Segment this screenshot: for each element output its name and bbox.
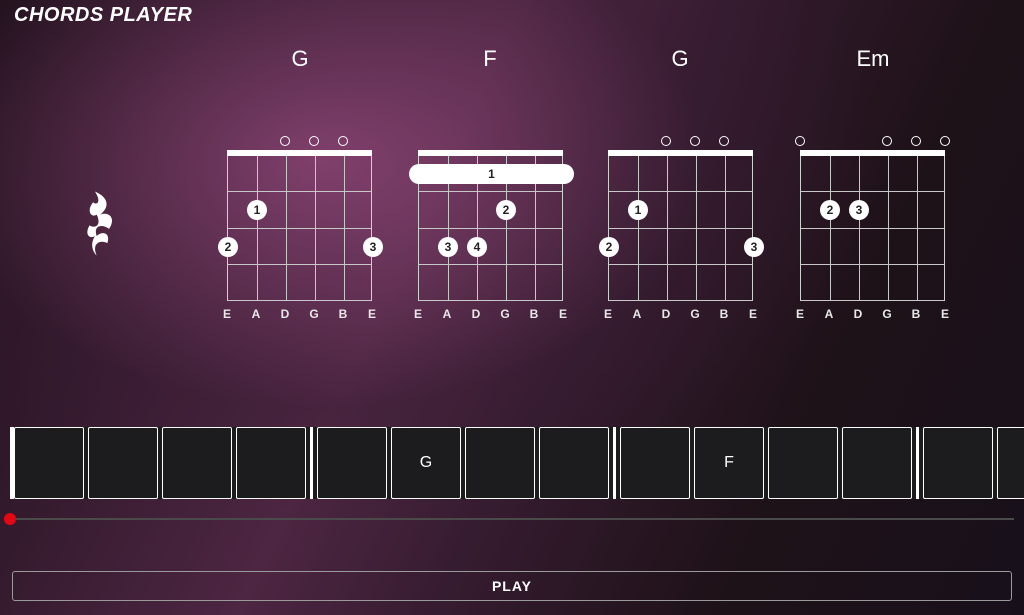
timeline-group	[10, 427, 306, 499]
progress-track[interactable]	[10, 518, 1014, 520]
finger-dot: 3	[363, 237, 383, 257]
timeline-slot[interactable]	[620, 427, 690, 499]
chord-name-label: F	[483, 46, 496, 72]
finger-dot: 4	[467, 237, 487, 257]
play-button[interactable]: PLAY	[12, 571, 1012, 601]
timeline-slot[interactable]	[842, 427, 912, 499]
finger-dot: 2	[599, 237, 619, 257]
open-string-indicator	[940, 136, 950, 146]
chord-name-label: G	[671, 46, 688, 72]
timeline-slot[interactable]: F	[694, 427, 764, 499]
progress-knob[interactable]	[4, 513, 16, 525]
fretboard: 23	[800, 156, 945, 301]
timeline-slot[interactable]: G	[391, 427, 461, 499]
finger-dot: 1	[247, 200, 267, 220]
string-labels: EADGBE	[227, 307, 372, 321]
chord-diagram: 123 EADGBE	[608, 150, 753, 321]
chord-name-label: G	[291, 46, 308, 72]
finger-dot: 3	[849, 200, 869, 220]
timeline-slot[interactable]	[162, 427, 232, 499]
chord-diagram: 23 EADGBE	[800, 150, 945, 321]
finger-dot: 2	[496, 200, 516, 220]
open-string-indicator	[719, 136, 729, 146]
timeline-slot[interactable]	[88, 427, 158, 499]
finger-dot: 3	[438, 237, 458, 257]
open-string-indicator	[911, 136, 921, 146]
string-labels: EADGBE	[608, 307, 753, 321]
finger-dot: 2	[820, 200, 840, 220]
page-title: CHORDS PLAYER	[14, 4, 192, 27]
fretboard: 123	[227, 156, 372, 301]
open-string-indicator	[661, 136, 671, 146]
fretboard: 1234	[418, 156, 563, 301]
barre: 1	[409, 164, 574, 184]
progress-bar[interactable]	[10, 512, 1014, 526]
timeline-slot[interactable]	[768, 427, 838, 499]
open-string-indicator	[338, 136, 348, 146]
timeline-slot[interactable]	[236, 427, 306, 499]
timeline-group: G	[310, 427, 609, 499]
timeline-slot[interactable]	[317, 427, 387, 499]
string-labels: EADGBE	[800, 307, 945, 321]
open-string-indicator	[280, 136, 290, 146]
timeline-slot[interactable]	[465, 427, 535, 499]
chord-name-label: Em	[857, 46, 890, 72]
open-string-indicator	[795, 136, 805, 146]
rest-icon	[82, 188, 122, 268]
timeline-group	[916, 427, 1024, 499]
timeline-slot[interactable]	[539, 427, 609, 499]
timeline-slot[interactable]	[14, 427, 84, 499]
play-button-label: PLAY	[492, 578, 532, 594]
timeline[interactable]: GF	[10, 427, 1024, 499]
timeline-group: F	[613, 427, 912, 499]
string-labels: EADGBE	[418, 307, 563, 321]
finger-dot: 1	[628, 200, 648, 220]
open-string-indicator	[309, 136, 319, 146]
open-string-indicator	[882, 136, 892, 146]
finger-dot: 3	[744, 237, 764, 257]
chord-diagram: 123 EADGBE	[227, 150, 372, 321]
finger-dot: 2	[218, 237, 238, 257]
timeline-slot[interactable]	[923, 427, 993, 499]
fretboard: 123	[608, 156, 753, 301]
timeline-slot[interactable]	[997, 427, 1024, 499]
chord-diagram: 1234EADGBE	[418, 150, 563, 321]
open-string-indicator	[690, 136, 700, 146]
